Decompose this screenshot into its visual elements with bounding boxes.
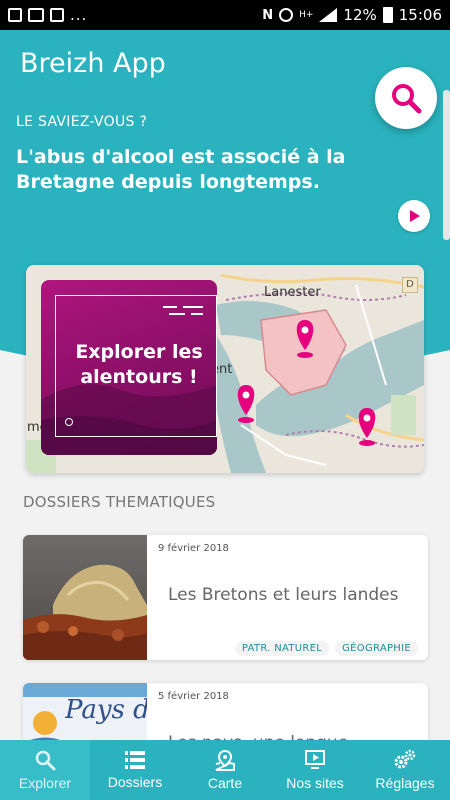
nav-carte[interactable]: Carte <box>180 740 270 800</box>
nav-explorer[interactable]: Explorer <box>0 740 90 800</box>
article-tags: PATR. NATUREL GÉOGRAPHIE <box>234 641 418 656</box>
nav-label: Réglages <box>375 775 435 791</box>
article-image <box>23 535 147 660</box>
tag-patr-naturel[interactable]: PATR. NATUREL <box>234 641 330 656</box>
nav-label: Explorer <box>18 775 72 791</box>
notification-edit-icon <box>50 8 64 22</box>
nav-label: Carte <box>207 775 243 791</box>
notification-image-icon <box>8 8 22 22</box>
map-badge: D <box>402 277 418 293</box>
map-icon <box>215 749 235 771</box>
explore-icon <box>35 750 56 771</box>
status-left: ... <box>8 6 87 24</box>
app-title: Breizh App <box>20 48 166 79</box>
play-button[interactable] <box>398 200 430 232</box>
clock: 15:06 <box>398 6 442 24</box>
notification-gallery-icon <box>28 8 44 22</box>
notification-more: ... <box>70 6 88 24</box>
fact-text: L'abus d'alcool est associé à la Bretagn… <box>16 146 346 193</box>
nfc-icon: N <box>262 7 274 23</box>
explore-nearby-panel[interactable]: Explorer les alentours ! <box>41 280 217 455</box>
signal-icon <box>319 8 338 22</box>
nav-nos-sites[interactable]: Nos sites <box>270 740 360 800</box>
scroll-indicator[interactable] <box>443 90 450 240</box>
article-date: 9 février 2018 <box>158 543 229 554</box>
article-title: Les Bretons et leurs landes <box>168 585 399 605</box>
battery-icon <box>382 7 393 23</box>
alarm-icon <box>279 8 294 22</box>
play-icon <box>410 210 420 222</box>
map-label-lanester: Lanester <box>264 285 321 300</box>
battery-percent: 12% <box>343 6 377 24</box>
tag-geographie[interactable]: GÉOGRAPHIE <box>335 641 418 656</box>
search-icon <box>392 84 422 114</box>
nav-label: Dossiers <box>107 774 163 790</box>
status-right: N H+ 12% 15:06 <box>262 6 442 24</box>
status-bar: ... N H+ 12% 15:06 <box>0 0 450 30</box>
explore-location-dot-icon <box>65 418 73 426</box>
nav-label: Nos sites <box>286 775 344 791</box>
search-button[interactable] <box>375 67 437 129</box>
bottom-navigation: Explorer Dossiers Carte Nos sites Réglag… <box>0 740 450 800</box>
article-card[interactable]: 9 février 2018 Les Bretons et leurs land… <box>23 535 428 660</box>
section-title: DOSSIERS THEMATIQUES <box>23 493 216 511</box>
network-type-icon: H+ <box>299 10 314 20</box>
nav-dossiers[interactable]: Dossiers <box>90 740 180 800</box>
did-you-know-label: LE SAVIEZ-VOUS ? <box>16 114 148 130</box>
screen-icon <box>305 750 325 769</box>
article-date: 5 février 2018 <box>158 691 229 702</box>
explore-title: Explorer les alentours ! <box>75 341 203 388</box>
article-image-text: Pays d <box>65 695 147 725</box>
nav-reglages[interactable]: Réglages <box>360 740 450 800</box>
logo-icon <box>163 306 203 315</box>
explore-map-card[interactable]: Lanester rient me D Explorer les alentou… <box>26 265 424 473</box>
list-icon <box>125 751 145 769</box>
gears-icon <box>394 749 416 769</box>
